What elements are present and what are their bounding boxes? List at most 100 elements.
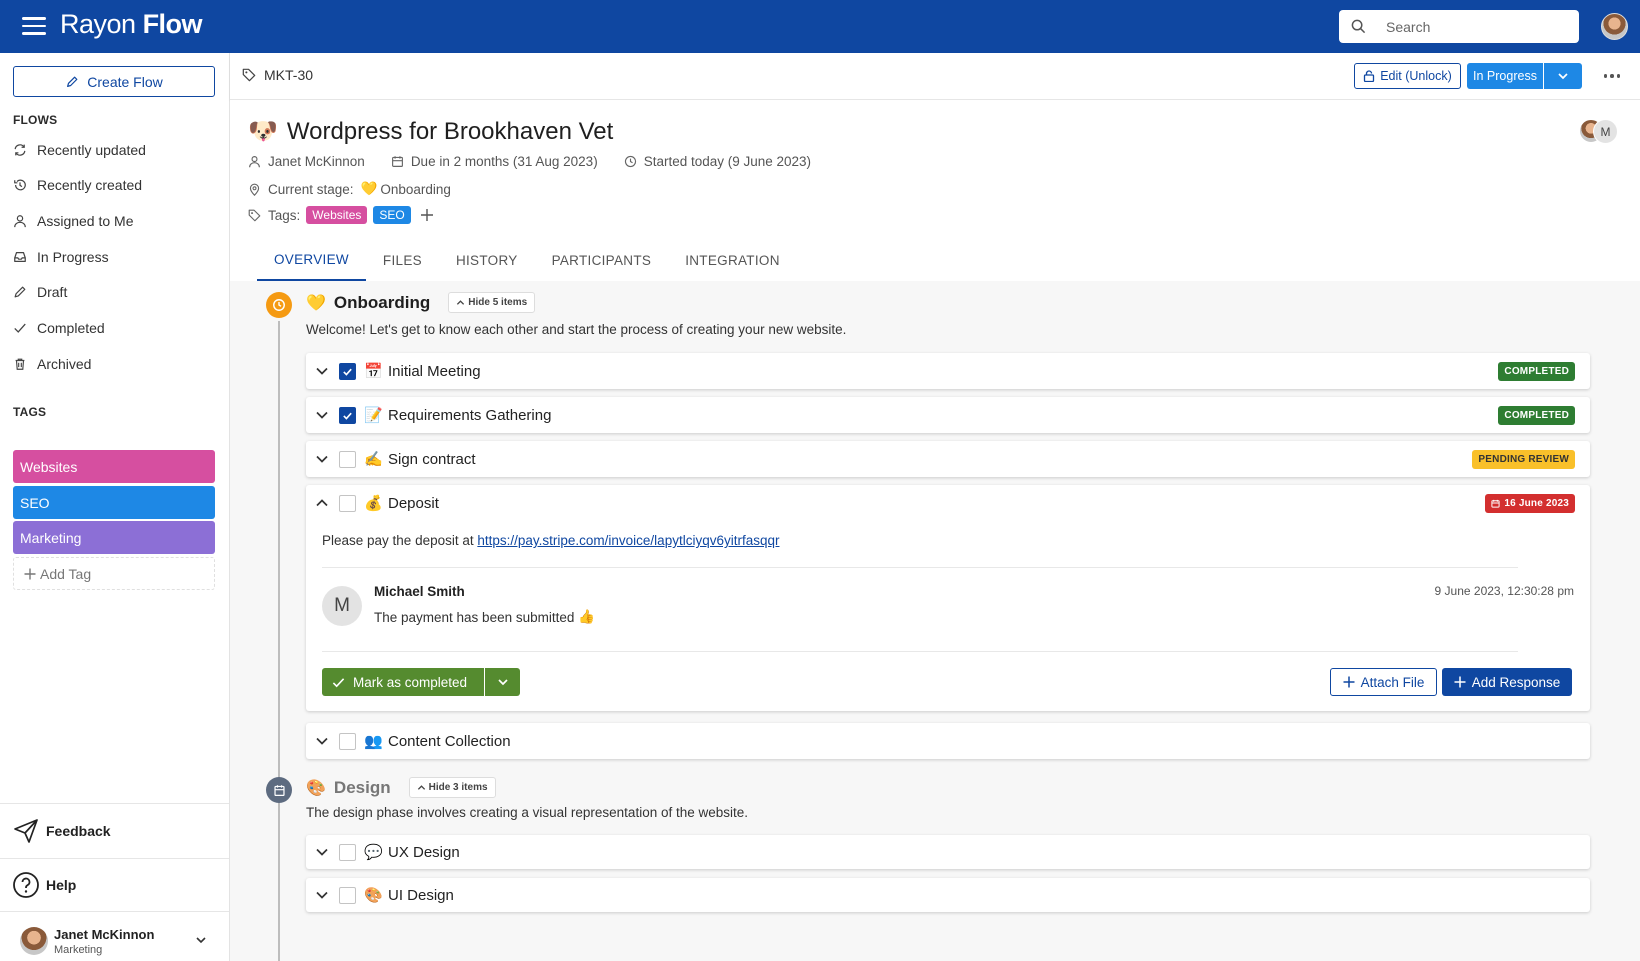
- task-title[interactable]: Deposit: [388, 495, 439, 512]
- check-icon: [14, 323, 26, 333]
- add-tag-button[interactable]: Add Tag: [13, 557, 215, 590]
- due-date-text: 16 June 2023: [1504, 498, 1569, 509]
- send-icon: [14, 819, 38, 843]
- sidebar-item-in-progress[interactable]: In Progress: [13, 244, 218, 270]
- sidebar-item-completed[interactable]: Completed: [13, 315, 218, 341]
- task-checkbox[interactable]: [339, 362, 356, 380]
- trash-icon: [15, 358, 25, 370]
- due-text: Due in 2 months (31 Aug 2023): [410, 154, 598, 169]
- more-options-icon[interactable]: [1600, 67, 1624, 85]
- top-bar: Rayon Flow: [0, 0, 1640, 53]
- chevron-down-icon[interactable]: [315, 408, 329, 422]
- avatar[interactable]: [1601, 13, 1628, 40]
- owner-name: Janet McKinnon: [268, 154, 365, 169]
- task-title[interactable]: UX Design: [388, 844, 460, 861]
- sidebar-item-draft[interactable]: Draft: [13, 279, 218, 305]
- page-title: 🐶 Wordpress for Brookhaven Vet: [248, 117, 613, 146]
- tab-bar: OVERVIEW FILES HISTORY PARTICIPANTS INTE…: [257, 240, 797, 281]
- task-title[interactable]: Content Collection: [388, 733, 511, 750]
- tags-label: Tags:: [268, 207, 301, 223]
- stage-description: The design phase involves creating a vis…: [306, 805, 749, 820]
- sidebar-item-assigned-to-me[interactable]: Assigned to Me: [13, 208, 218, 234]
- status-badge: PENDING REVIEW: [1472, 450, 1575, 469]
- sidebar-item-recently-updated[interactable]: Recently updated: [13, 137, 218, 163]
- payment-link[interactable]: https://pay.stripe.com/invoice/lapytlciy…: [477, 533, 779, 548]
- chevron-down-icon[interactable]: [315, 888, 329, 902]
- add-response-label: Add Response: [1471, 674, 1561, 690]
- flow-emoji: 🐶: [248, 118, 278, 145]
- task-checkbox[interactable]: [339, 843, 356, 861]
- current-stage-value: Onboarding: [380, 181, 451, 197]
- task-title[interactable]: UI Design: [388, 887, 454, 904]
- menu-icon[interactable]: [22, 17, 46, 35]
- participants-avatars[interactable]: M: [1579, 119, 1619, 145]
- current-stage-item: Current stage: 💛 Onboarding: [248, 181, 451, 197]
- sidebar-item-recently-created[interactable]: Recently created: [13, 172, 218, 198]
- hide-items-label: Hide 5 items: [468, 297, 528, 308]
- tab-history[interactable]: HISTORY: [439, 240, 535, 281]
- people-icon: 👥: [364, 733, 383, 750]
- sidebar-item-label: Assigned to Me: [37, 213, 134, 229]
- sidebar-tag-websites[interactable]: Websites: [13, 450, 215, 483]
- hide-items-button[interactable]: Hide 5 items: [448, 292, 536, 313]
- feedback-button[interactable]: Feedback: [12, 816, 111, 846]
- tab-participants[interactable]: PARTICIPANTS: [535, 240, 669, 281]
- pencil-icon: [67, 76, 78, 87]
- task-checkbox[interactable]: [339, 886, 356, 904]
- tab-integration[interactable]: INTEGRATION: [668, 240, 797, 281]
- started-text: Started today (9 June 2023): [643, 154, 812, 169]
- help-button[interactable]: Help: [12, 870, 76, 900]
- stage-emoji: 💛: [360, 181, 378, 196]
- task-checkbox[interactable]: [339, 450, 356, 468]
- status-dropdown-button[interactable]: [1544, 63, 1582, 89]
- create-flow-button[interactable]: Create Flow: [13, 66, 215, 97]
- sidebar-tag-marketing[interactable]: Marketing: [13, 521, 215, 554]
- add-response-button[interactable]: Add Response: [1442, 668, 1572, 696]
- user-menu[interactable]: Janet McKinnon Marketing: [20, 924, 215, 958]
- sidebar-tag-seo[interactable]: SEO: [13, 486, 215, 519]
- flow-header-bar: MKT-30 Edit (Unlock) In Progress: [230, 53, 1640, 100]
- chevron-down-icon[interactable]: [315, 734, 329, 748]
- sidebar-item-label: In Progress: [37, 249, 109, 265]
- task-initial-meeting: 📅 Initial Meeting COMPLETED: [306, 353, 1590, 389]
- chevron-up-icon: [457, 300, 465, 305]
- tab-overview[interactable]: OVERVIEW: [257, 240, 366, 281]
- task-title[interactable]: Requirements Gathering: [388, 407, 551, 424]
- divider: [322, 567, 1518, 568]
- edit-unlock-button[interactable]: Edit (Unlock): [1354, 63, 1461, 89]
- mark-as-completed-button[interactable]: Mark as completed: [322, 668, 484, 696]
- avatar: M: [1593, 119, 1618, 144]
- task-sign-contract: ✍️ Sign contract PENDING REVIEW: [306, 441, 1590, 477]
- task-title[interactable]: Sign contract: [388, 451, 476, 468]
- flow-owner: Janet McKinnon: [248, 154, 365, 169]
- task-checkbox[interactable]: [339, 494, 356, 512]
- task-checkbox[interactable]: [339, 406, 356, 424]
- status-button[interactable]: In Progress: [1467, 63, 1543, 89]
- chevron-down-icon[interactable]: [315, 452, 329, 466]
- app-logo[interactable]: Rayon Flow: [60, 9, 203, 40]
- task-deposit: 💰 Deposit 16 June 2023 Please pay the de…: [306, 485, 1590, 711]
- search-input[interactable]: [1386, 18, 1556, 35]
- user-role: Marketing: [54, 943, 103, 956]
- add-tag-icon[interactable]: [420, 208, 434, 222]
- tag-icon: [248, 209, 261, 221]
- attach-file-button[interactable]: Attach File: [1330, 668, 1437, 696]
- chevron-down-icon[interactable]: [315, 364, 329, 378]
- stage-header-design: 🎨 Design Hide 3 items: [306, 777, 496, 798]
- flow-meta: Janet McKinnon Due in 2 months (31 Aug 2…: [248, 154, 837, 169]
- task-title[interactable]: Initial Meeting: [388, 363, 481, 380]
- help-label: Help: [46, 877, 77, 893]
- mark-options-button[interactable]: [485, 668, 520, 696]
- chevron-down-icon[interactable]: [315, 845, 329, 859]
- chevron-up-icon[interactable]: [315, 496, 329, 510]
- sidebar-item-archived[interactable]: Archived: [13, 351, 218, 377]
- task-checkbox[interactable]: [339, 732, 356, 750]
- flow-summary: 🐶 Wordpress for Brookhaven Vet M Janet M…: [230, 100, 1640, 281]
- mark-as-completed-label: Mark as completed: [353, 674, 468, 690]
- thumbs-up-icon: 👍: [578, 609, 596, 624]
- hide-items-button[interactable]: Hide 3 items: [408, 777, 496, 798]
- tag-chip-websites[interactable]: Websites: [306, 206, 368, 224]
- search-box[interactable]: [1339, 10, 1579, 43]
- tab-files[interactable]: FILES: [366, 240, 439, 281]
- tag-chip-seo[interactable]: SEO: [373, 206, 411, 224]
